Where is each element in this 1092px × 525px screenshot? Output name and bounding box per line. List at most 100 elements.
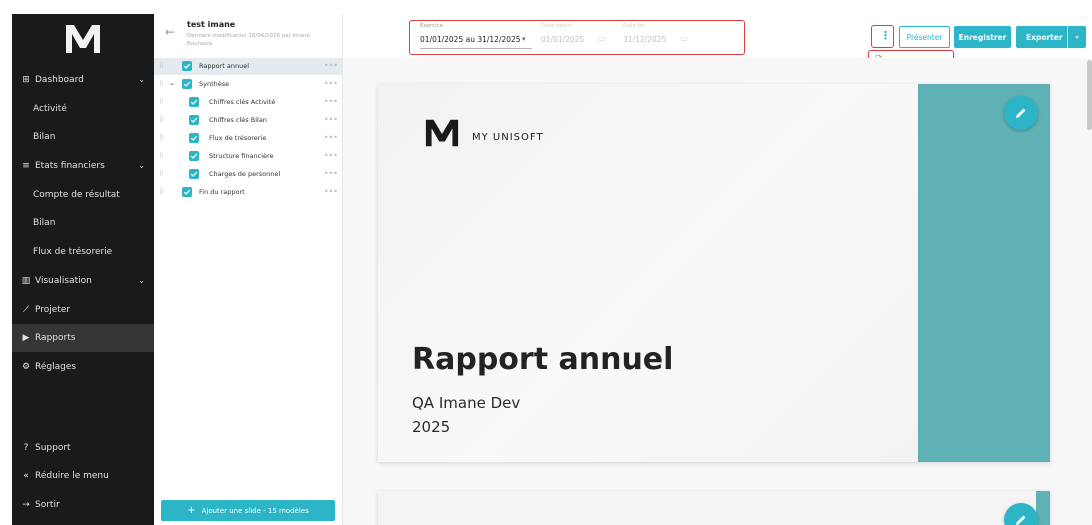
drag-handle-icon[interactable]: ⠿ (159, 152, 164, 160)
nav-visualisation[interactable]: ▥ Visualisation ⌄ (12, 267, 154, 295)
check-icon (183, 63, 191, 69)
drag-handle-icon[interactable]: ⠿ (159, 62, 164, 70)
checkbox[interactable] (189, 169, 199, 179)
calendar-icon[interactable]: ▭ (598, 34, 606, 43)
slide-next[interactable] (378, 491, 1050, 525)
more-dots-icon[interactable]: ••• (324, 61, 338, 70)
nav-support[interactable]: ? Support (12, 434, 154, 462)
drag-handle-icon[interactable]: ⠿ (159, 98, 164, 106)
nav-rapports[interactable]: ▶ Rapports (12, 324, 154, 352)
chevron-down-icon[interactable]: ⌄ (138, 161, 145, 170)
document-header: ← test imane Dernière modification 16/06… (154, 14, 343, 54)
checkbox[interactable] (189, 97, 199, 107)
check-icon (190, 135, 198, 141)
more-dots-icon[interactable]: ••• (324, 169, 338, 178)
nav-dashboard[interactable]: ⊞ Dashboard ⌄ (12, 66, 154, 94)
tree-item[interactable]: ⠿ Fin du rapport ••• (154, 184, 343, 201)
check-icon (183, 189, 191, 195)
bar-chart-icon: ▥ (21, 276, 31, 286)
checkbox[interactable] (189, 133, 199, 143)
nav-projeter[interactable]: ⟋ Projeter (12, 296, 154, 324)
chevron-down-icon[interactable]: ⌄ (138, 276, 145, 285)
nav-reglages[interactable]: ⚙ Réglages (12, 353, 154, 381)
calendar-icon[interactable]: ▭ (680, 34, 688, 43)
more-dots-icon[interactable]: ••• (324, 187, 338, 196)
date-end-input[interactable]: 31/12/2025 (623, 35, 666, 44)
tree-item[interactable]: ⠿ Rapport annuel ••• (154, 58, 343, 75)
myunisoft-logo[interactable] (64, 22, 102, 56)
drag-handle-icon[interactable]: ⠿ (159, 170, 164, 178)
tree-item[interactable]: ⠿ Chiffres clés Activité ••• (154, 94, 343, 111)
grid-icon: ⊞ (22, 75, 30, 85)
nav-reduire[interactable]: « Réduire le menu (12, 462, 154, 490)
more-dots-icon[interactable]: ••• (324, 115, 338, 124)
plus-icon: + (187, 505, 196, 516)
slide-cover[interactable]: MY UNISOFT Rapport annuel QA Imane Dev 2… (378, 84, 1050, 462)
nav-sortir[interactable]: → Sortir (12, 491, 154, 519)
nav-label: Flux de trésorerie (33, 247, 113, 257)
drag-handle-icon[interactable]: ⠿ (159, 116, 164, 124)
nav-label: Dashboard (35, 75, 84, 85)
slide-year: 2025 (412, 418, 451, 436)
more-dots-icon[interactable]: ••• (324, 151, 338, 160)
checkbox[interactable] (182, 79, 192, 89)
tree-item[interactable]: ⠿ ⌄ Synthèse ••• (154, 76, 343, 93)
document-title: test imane (187, 20, 236, 29)
edit-slide-button[interactable] (1004, 96, 1038, 130)
report-icon: ▶ (22, 333, 30, 343)
checkbox[interactable] (189, 115, 199, 125)
export-button[interactable]: Exporter ▾ (1016, 26, 1086, 48)
tree-item[interactable]: ⠿ Flux de trésorerie ••• (154, 130, 343, 147)
more-options-button[interactable]: ⋮ (871, 25, 894, 48)
nav-label: Projeter (35, 305, 71, 315)
tree-item[interactable]: ⠿ Charges de personnel ••• (154, 166, 343, 183)
app-window: ⊞ Dashboard ⌄ Activité Bilan ≡ Etats financier… (0, 0, 1092, 525)
exercise-select[interactable]: 01/01/2025 au 31/12/2025 (420, 35, 521, 44)
logout-icon: → (22, 500, 30, 510)
chevron-down-icon[interactable]: ▾ (522, 35, 526, 43)
check-icon (190, 99, 198, 105)
tree-item[interactable]: ⠿ Structure financière ••• (154, 148, 343, 165)
nav-bilan[interactable]: Bilan (12, 123, 154, 151)
checkbox[interactable] (182, 61, 192, 71)
back-arrow-icon[interactable]: ← (165, 25, 175, 39)
edit-slide-button[interactable] (1004, 503, 1038, 525)
nav-bilan-2[interactable]: Bilan (12, 209, 154, 237)
save-button[interactable]: Enregistrer (954, 26, 1011, 48)
checkbox[interactable] (182, 187, 192, 197)
checkbox[interactable] (189, 151, 199, 161)
more-dots-icon[interactable]: ••• (324, 133, 338, 142)
more-dots-icon[interactable]: ••• (324, 79, 338, 88)
drag-handle-icon[interactable]: ⠿ (159, 188, 164, 196)
canvas-scrollbar[interactable] (1087, 60, 1092, 130)
nav-label: Support (35, 443, 71, 453)
tree-item[interactable]: ⠿ Chiffres clés Bilan ••• (154, 112, 343, 129)
tree-item-label: Chiffres clés Bilan (209, 116, 267, 124)
nav-compte-resultat[interactable]: Compte de résultat (12, 181, 154, 209)
slide-brand-name: MY UNISOFT (472, 132, 544, 143)
nav-label: Compte de résultat (33, 190, 120, 200)
pencil-icon (1016, 108, 1026, 118)
expand-caret-icon[interactable]: ⌄ (169, 79, 175, 87)
slide-title: Rapport annuel (412, 342, 674, 377)
check-icon (190, 153, 198, 159)
nav-etats-financiers[interactable]: ≡ Etats financiers ⌄ (12, 152, 154, 180)
trend-icon: ⟋ (22, 305, 30, 315)
nav-label: Rapports (35, 333, 76, 343)
export-dropdown-icon[interactable]: ▾ (1067, 26, 1086, 48)
nav-label: Bilan (33, 132, 56, 142)
more-dots-icon[interactable]: ••• (324, 97, 338, 106)
collapse-icon: « (23, 471, 29, 481)
chevron-down-icon[interactable]: ⌄ (138, 75, 145, 84)
drag-handle-icon[interactable]: ⠿ (159, 80, 164, 88)
present-button[interactable]: Présenter (899, 26, 950, 48)
nav-activite[interactable]: Activité (12, 95, 154, 123)
add-slide-button[interactable]: + Ajouter une slide - 15 modèles (161, 500, 335, 521)
check-icon (190, 171, 198, 177)
date-start-label: Date début (541, 23, 572, 29)
nav-flux-tresorerie[interactable]: Flux de trésorerie (12, 238, 154, 266)
drag-handle-icon[interactable]: ⠿ (159, 134, 164, 142)
nav-label: Activité (33, 104, 67, 114)
date-start-input[interactable]: 01/01/2025 (541, 35, 584, 44)
date-end-label: Date fin (623, 23, 645, 29)
